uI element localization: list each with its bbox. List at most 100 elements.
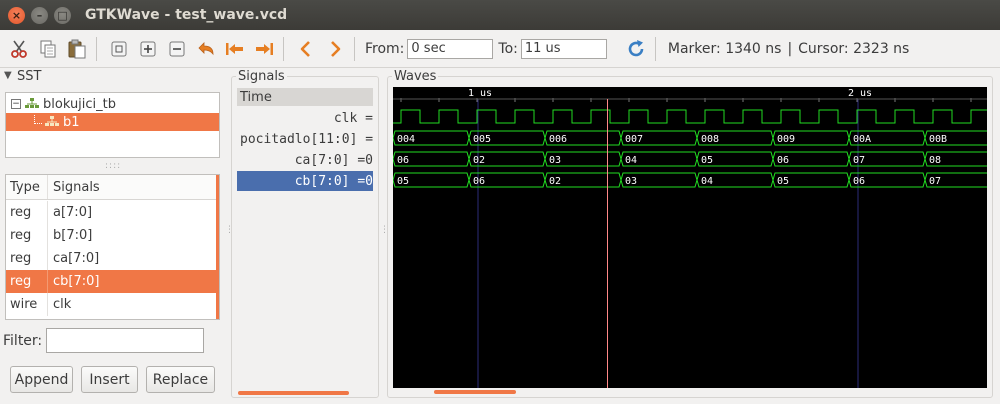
table-scrollbar[interactable] [216,175,219,319]
time-header: Time [237,88,373,106]
zoom-to-end-button[interactable] [251,36,277,62]
row-signal: ca[7:0] [53,251,100,266]
zoom-fit-button[interactable] [106,36,132,62]
minimize-icon: – [36,8,43,22]
close-icon: × [11,8,22,22]
table-row[interactable]: reg ca[7:0] [6,247,219,270]
table-header: Type Signals [6,175,219,200]
cut-button[interactable] [6,36,32,62]
ca-value: 07 [853,155,865,166]
signal-row-cb[interactable]: cb[7:0] =0 [237,171,373,191]
ca-value: 06 [397,155,409,166]
filter-label: Filter: [3,333,43,349]
page-left-button[interactable] [293,36,319,62]
zoom-to-start-button[interactable] [222,36,248,62]
pocitadlo-value: 006 [549,134,567,145]
waves-hscrollbar[interactable] [434,390,516,394]
from-time-input[interactable] [407,38,494,59]
paste-button[interactable] [64,36,90,62]
wave-canvas[interactable]: 1 us 2 us 00400500600700800900A00B000602… [393,87,987,388]
toolbar-separator [354,36,355,61]
column-header-signals[interactable]: Signals [48,180,100,195]
from-label: From: [365,40,405,57]
filter-input[interactable] [46,328,204,353]
maximize-window-button[interactable]: □ [54,6,71,24]
insert-button[interactable]: Insert [81,366,138,393]
table-row[interactable]: wire clk [6,293,219,316]
wave-display[interactable]: 1 us 2 us 00400500600700800900A00B000602… [393,87,987,388]
cb-value: 04 [701,176,713,187]
cb-value: 03 [625,176,637,187]
collapse-triangle-icon[interactable]: ▼ [4,70,12,81]
close-window-button[interactable]: × [8,6,25,24]
copy-button[interactable] [35,36,61,62]
pocitadlo-value: 007 [625,134,643,145]
row-type: reg [6,201,48,224]
pocitadlo-value: 005 [473,134,491,145]
marker-readout: Marker: 1340 ns [667,40,782,57]
status-separator: | [787,40,793,57]
tree-item-label: blokujici_tb [43,96,117,112]
table-row[interactable]: reg cb[7:0] [6,270,219,293]
maximize-icon: □ [57,8,68,22]
tree-item-blokujici-tb[interactable]: − blokujici_tb [6,95,219,113]
table-row[interactable]: reg a[7:0] [6,201,219,224]
column-header-type[interactable]: Type [6,175,48,199]
row-signal: a[7:0] [53,205,93,220]
signal-row-pocitadlo[interactable]: pocitadlo[11:0] =0 [237,129,373,149]
ca-value: 02 [473,155,485,166]
expand-minus-icon[interactable]: − [11,99,21,109]
paste-icon [68,39,86,58]
row-signal: cb[7:0] [53,274,100,289]
undo-zoom-button[interactable] [193,36,219,62]
row-signal: b[7:0] [53,228,93,243]
hierarchy-tree: − blokujici_tb b1 [5,92,220,158]
append-button[interactable]: Append [10,366,73,393]
pane-resize-handle[interactable]: :::: [105,161,121,171]
go-end-icon [256,42,273,55]
go-start-icon [226,42,243,55]
chevron-left-icon [300,40,310,57]
signals-list: clk = pocitadlo[11:0] =0 ca[7:0] =0 cb[7… [237,108,373,192]
title-bar: × – □ GTKWave - test_wave.vcd [0,0,1000,30]
time-label-2us: 2 us [848,88,872,99]
chevron-right-icon [331,40,341,57]
ca-value: 06 [777,155,789,166]
window-title: GTKWave - test_wave.vcd [85,7,288,23]
signal-row-ca[interactable]: ca[7:0] =0 [237,150,373,170]
toolbar-separator [654,36,656,61]
minimize-window-button[interactable]: – [31,6,48,24]
hierarchy-icon [45,116,59,126]
tree-item-label: b1 [63,114,80,130]
signals-hscrollbar[interactable] [238,391,349,395]
toolbar-separator [283,36,284,61]
reload-button[interactable] [623,36,649,62]
ca-value: 05 [701,155,713,166]
ca-value: 08 [929,155,941,166]
zoom-out-icon [169,41,185,56]
zoom-out-button[interactable] [164,36,190,62]
hierarchy-icon [25,98,39,108]
tree-item-b1[interactable]: b1 [6,113,219,131]
signals-title: Signals [236,69,287,84]
pocitadlo-value: 00A [853,134,871,145]
cb-value: 06 [473,176,485,187]
cb-value: 07 [929,176,941,187]
table-row[interactable]: reg b[7:0] [6,224,219,247]
page-right-button[interactable] [322,36,348,62]
to-time-input[interactable] [520,38,607,59]
zoom-in-button[interactable] [135,36,161,62]
undo-arrow-icon [198,41,214,55]
pocitadlo-value: 004 [397,134,415,145]
cb-value: 05 [397,176,409,187]
tree-connector [34,114,42,124]
waves-title: Waves [392,69,439,84]
signals-table: Type Signals reg a[7:0] reg b[7:0] reg c… [5,174,220,320]
ca-value: 04 [625,155,637,166]
signal-row-clk[interactable]: clk = [237,108,373,128]
zoom-in-icon [140,41,156,56]
zoom-fit-icon [111,41,127,56]
time-label-1us: 1 us [468,88,492,99]
replace-button[interactable]: Replace [146,366,215,393]
copy-icon [40,40,56,57]
